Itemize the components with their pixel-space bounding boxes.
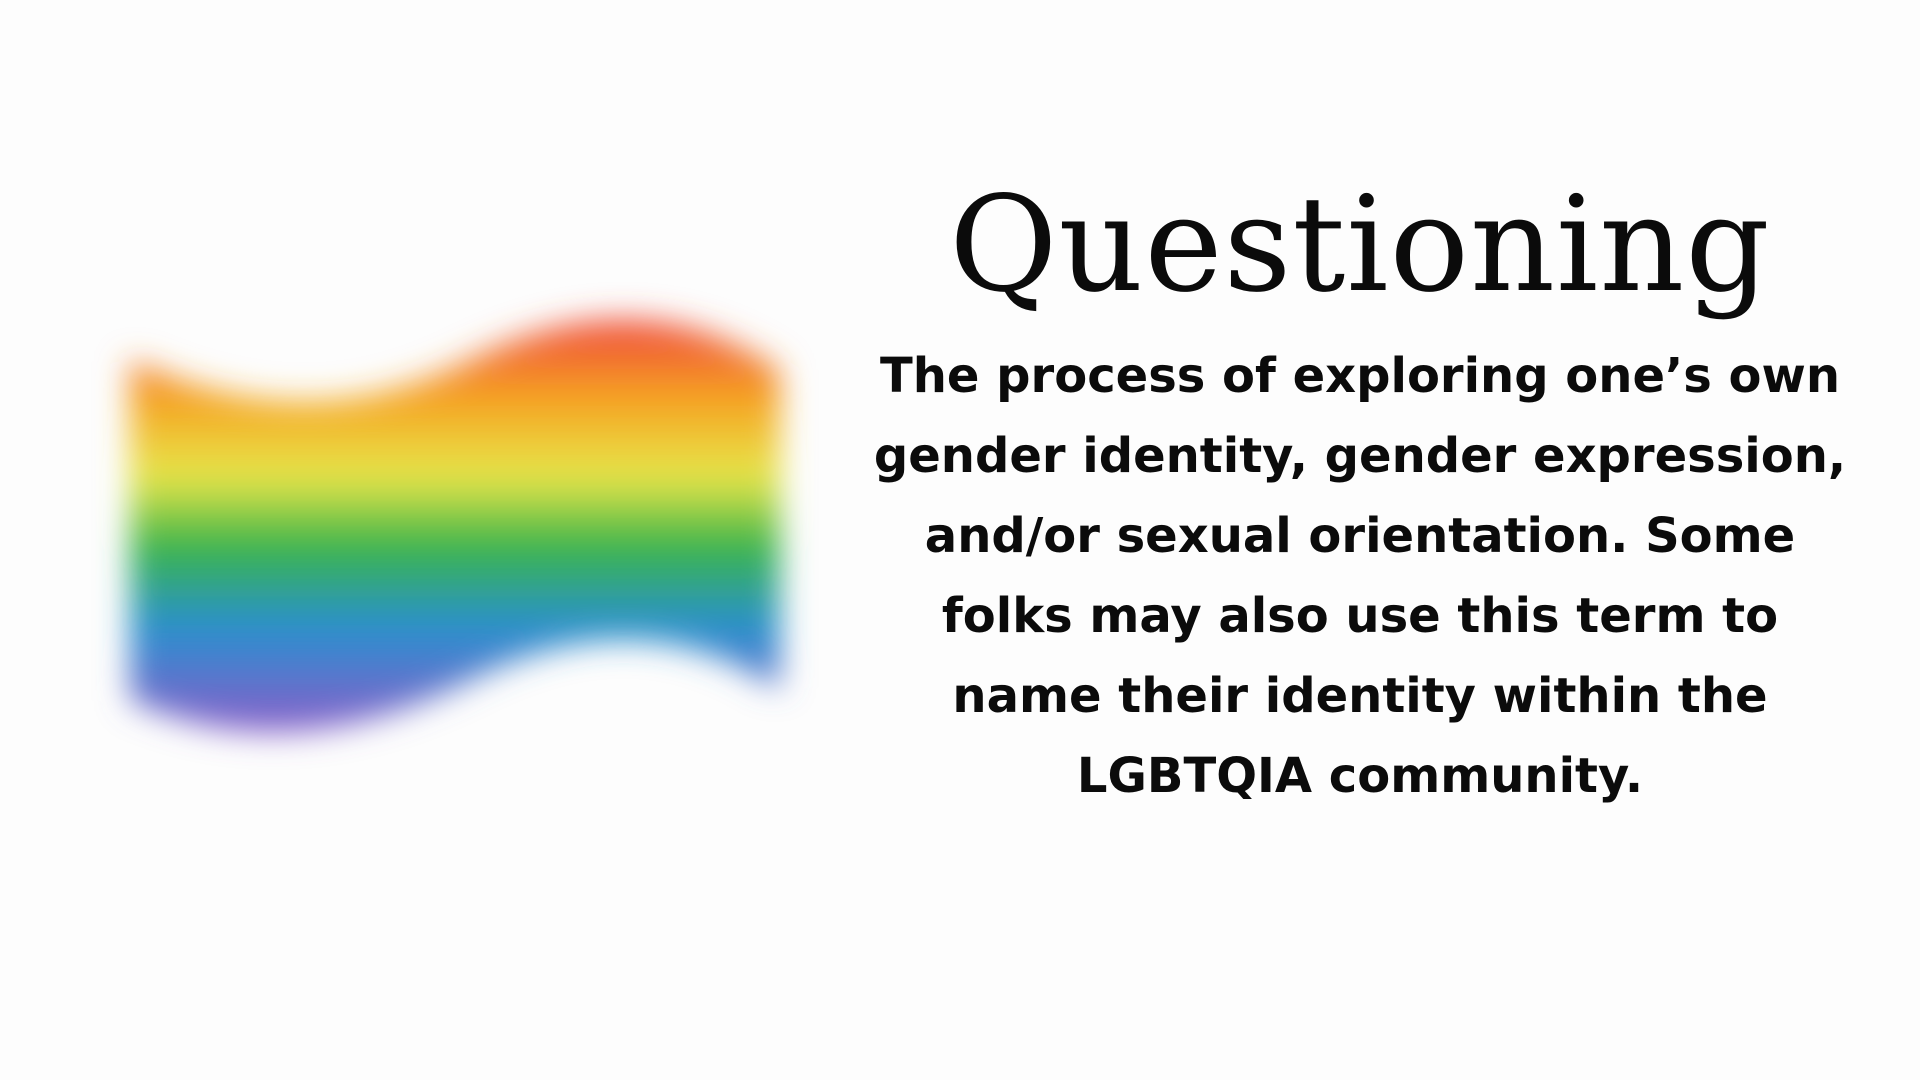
rainbow-flag-icon [90,300,830,800]
slide-title: Questioning [949,168,1771,322]
flag-shape [130,319,780,733]
slide: Questioning The process of exploring one… [0,0,1920,1080]
text-column: Questioning The process of exploring one… [860,160,1860,816]
definition-text: The process of exploring one’s own gende… [873,348,1847,804]
